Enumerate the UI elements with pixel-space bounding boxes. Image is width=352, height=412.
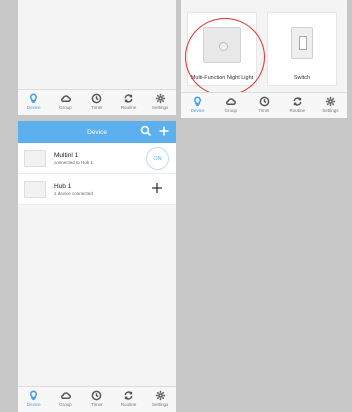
gear-icon (155, 390, 165, 401)
nav-timer[interactable]: Timer (81, 90, 113, 115)
tile-switch[interactable]: Switch (267, 12, 337, 86)
nav-group[interactable]: Group (50, 90, 82, 115)
header-actions (140, 125, 170, 137)
nav-routine[interactable]: Routine (113, 387, 145, 412)
bulb-icon (30, 390, 38, 400)
cycle-icon (124, 94, 133, 103)
nav-timer[interactable]: Timer (81, 387, 113, 412)
clock-icon (92, 93, 102, 104)
add-icon[interactable] (158, 125, 170, 137)
nav-settings[interactable]: Settings (144, 90, 176, 115)
red-annotation-circle (185, 18, 265, 96)
device-row-multinl[interactable]: Multinl 1 connected to Hub 1 ON (18, 143, 176, 174)
nav-settings-label: Settings (152, 105, 169, 110)
bulb-icon (30, 93, 38, 103)
nav-timer-label: Timer (258, 108, 270, 113)
device-status: 1 device connected (54, 190, 93, 196)
device-status: connected to Hub 1 (54, 159, 94, 165)
nav-device-label: Device (26, 402, 41, 407)
gear-icon (325, 96, 335, 107)
device-header: Device (18, 121, 176, 143)
device-list-screen: Device Multinl 1 connected to Hub 1 ON H… (18, 121, 176, 412)
nav-routine-label: Routine (120, 105, 137, 110)
cycle-icon (124, 391, 133, 400)
nav-timer-label: Timer (91, 105, 103, 110)
power-on-button[interactable]: ON (146, 147, 169, 170)
nav-device[interactable]: Device (18, 387, 50, 412)
nav-device-label: Device (26, 105, 41, 110)
clock-icon (259, 96, 269, 107)
nav-device-label: Device (190, 108, 205, 113)
nav-device[interactable]: Device (18, 90, 50, 115)
nav-timer[interactable]: Timer (247, 93, 280, 118)
cloud-icon (61, 392, 71, 399)
nav-routine[interactable]: Routine (113, 90, 145, 115)
nav-group-label: Group (59, 402, 72, 407)
nav-settings-label: Settings (322, 108, 339, 113)
plus-icon (152, 183, 162, 193)
nav-routine[interactable]: Routine (281, 93, 314, 118)
top-left-app-screen: Device Group Timer Routine Settings (18, 0, 176, 115)
device-thumbnail (24, 149, 46, 167)
nav-routine-label: Routine (289, 108, 305, 113)
clock-icon (92, 390, 102, 401)
cloud-icon (226, 98, 237, 105)
device-texts: Multinl 1 connected to Hub 1 (54, 152, 93, 165)
device-name: Hub 1 (54, 182, 72, 190)
bottom-nav-bar: Device Group Timer Routine Settings (18, 89, 176, 115)
switch-image (291, 27, 313, 59)
device-name: Multinl 1 (54, 151, 79, 159)
top-right-app-screen: Multi-Function Night Light Switch Device… (181, 0, 347, 118)
gear-icon (155, 93, 165, 104)
nav-device[interactable]: Device (181, 93, 214, 118)
cycle-icon (293, 97, 302, 106)
device-texts: Hub 1 1 device connected (54, 183, 93, 196)
tile-switch-label: Switch (293, 75, 311, 81)
hub-thumbnail (24, 180, 46, 198)
nav-settings[interactable]: Settings (144, 387, 176, 412)
nav-routine-label: Routine (120, 402, 137, 407)
device-list: Multinl 1 connected to Hub 1 ON Hub 1 1 … (18, 143, 176, 205)
nav-group[interactable]: Group (214, 93, 247, 118)
bottom-nav-bar: Device Group Timer Routine Settings (18, 386, 176, 412)
search-icon[interactable] (140, 125, 152, 137)
nav-group[interactable]: Group (50, 387, 82, 412)
cloud-icon (61, 95, 71, 102)
add-device-button[interactable] (150, 181, 164, 195)
nav-timer-label: Timer (91, 402, 103, 407)
device-row-hub[interactable]: Hub 1 1 device connected (18, 174, 176, 205)
nav-settings[interactable]: Settings (314, 93, 347, 118)
bulb-icon (194, 96, 202, 106)
nav-settings-label: Settings (152, 402, 169, 407)
bottom-nav-bar: Device Group Timer Routine Settings (181, 92, 347, 118)
nav-group-label: Group (59, 105, 72, 110)
nav-group-label: Group (224, 108, 238, 113)
